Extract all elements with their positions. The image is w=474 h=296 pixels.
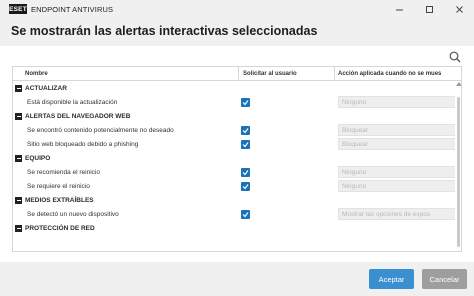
minimize-icon — [395, 9, 403, 10]
title-bar: ESET ENDPOINT ANTIVIRUS — [0, 0, 474, 18]
table-row[interactable]: Se encontró contenido potencialmente no … — [13, 123, 461, 137]
check-icon — [242, 184, 249, 190]
group-row-equipo[interactable]: EQUIPO — [13, 151, 455, 165]
maximize-icon — [425, 5, 433, 13]
check-icon — [242, 100, 249, 106]
ask-user-checkbox[interactable] — [241, 98, 250, 107]
alert-label: Se encontró contenido potencialmente no … — [27, 126, 174, 134]
collapse-icon[interactable] — [15, 112, 22, 120]
accept-button[interactable]: Aceptar — [369, 269, 414, 289]
alert-label: Se recomienda el reinicio — [27, 168, 100, 176]
action-select[interactable]: Bloquear — [338, 124, 461, 136]
collapse-icon[interactable] — [15, 196, 22, 204]
minimize-button[interactable] — [384, 0, 414, 18]
table-row[interactable]: Se requiere el reinicio Ninguno — [13, 179, 461, 193]
table-row[interactable]: Sitio web bloqueado debido a phishing Bl… — [13, 137, 461, 151]
check-icon — [242, 170, 249, 176]
alerts-table: Nombre Solicitar al usuario Acción aplic… — [12, 66, 462, 252]
table-row[interactable]: Se detectó un nuevo dispositivo Mostrar … — [13, 207, 461, 221]
group-label: ALERTAS DEL NAVEGADOR WEB — [25, 112, 131, 120]
ask-user-checkbox[interactable] — [241, 210, 250, 219]
scroll-up-icon[interactable] — [456, 82, 461, 86]
group-label: MEDIOS EXTRAÍBLES — [25, 196, 94, 204]
group-row-medios-extraibles[interactable]: MEDIOS EXTRAÍBLES — [13, 193, 455, 207]
ask-user-checkbox[interactable] — [241, 140, 250, 149]
action-select[interactable]: Mostrar las opciones de expos — [338, 208, 461, 220]
check-icon — [242, 142, 249, 148]
search-icon[interactable] — [448, 50, 462, 64]
alert-label: Se detectó un nuevo dispositivo — [27, 210, 119, 218]
ask-user-checkbox[interactable] — [241, 182, 250, 191]
table-row[interactable]: Está disponible la actualización Ninguno — [13, 95, 461, 109]
ask-user-checkbox[interactable] — [241, 126, 250, 135]
group-label: ACTUALIZAR — [25, 84, 67, 92]
group-label: EQUIPO — [25, 154, 51, 162]
group-row-actualizar[interactable]: ACTUALIZAR — [13, 81, 455, 95]
alert-label: Está disponible la actualización — [27, 98, 118, 106]
cancel-button[interactable]: Cancelar — [422, 269, 467, 289]
collapse-icon[interactable] — [15, 224, 22, 232]
window-controls — [384, 0, 474, 18]
collapse-icon[interactable] — [15, 84, 22, 92]
table-body: ACTUALIZAR Está disponible la actualizac… — [13, 81, 461, 235]
action-select[interactable]: Ninguno — [338, 96, 461, 108]
maximize-button[interactable] — [414, 0, 444, 18]
column-header-action[interactable]: Acción aplicada cuando no se mues — [335, 67, 461, 81]
ask-user-checkbox[interactable] — [241, 168, 250, 177]
column-header-name[interactable]: Nombre — [13, 67, 239, 81]
check-icon — [242, 128, 249, 134]
scroll-thumb[interactable] — [457, 97, 460, 247]
group-row-alertas-navegador[interactable]: ALERTAS DEL NAVEGADOR WEB — [13, 109, 455, 123]
alert-label: Sitio web bloqueado debido a phishing — [27, 140, 139, 148]
close-button[interactable] — [444, 0, 474, 18]
check-icon — [242, 212, 249, 218]
table-header: Nombre Solicitar al usuario Acción aplic… — [13, 67, 461, 81]
action-select[interactable]: Ninguno — [338, 180, 461, 192]
group-row-proteccion-red[interactable]: PROTECCIÓN DE RED — [13, 221, 455, 235]
collapse-icon[interactable] — [15, 154, 22, 162]
action-select[interactable]: Ninguno — [338, 166, 461, 178]
close-icon — [455, 5, 463, 13]
app-title: ENDPOINT ANTIVIRUS — [31, 4, 114, 14]
action-select[interactable]: Bloquear — [338, 138, 461, 150]
dialog-header: Se mostrarán las alertas interactivas se… — [0, 18, 474, 46]
dialog-footer: Aceptar Cancelar — [0, 262, 474, 296]
table-row[interactable]: Se recomienda el reinicio Ninguno — [13, 165, 461, 179]
vertical-scrollbar[interactable] — [455, 81, 461, 251]
eset-logo: ESET — [9, 4, 27, 14]
content-panel: Nombre Solicitar al usuario Acción aplic… — [0, 46, 474, 262]
alert-label: Se requiere el reinicio — [27, 182, 90, 190]
dialog-title: Se mostrarán las alertas interactivas se… — [11, 24, 318, 38]
column-header-ask-user[interactable]: Solicitar al usuario — [239, 67, 335, 81]
group-label: PROTECCIÓN DE RED — [25, 224, 95, 232]
